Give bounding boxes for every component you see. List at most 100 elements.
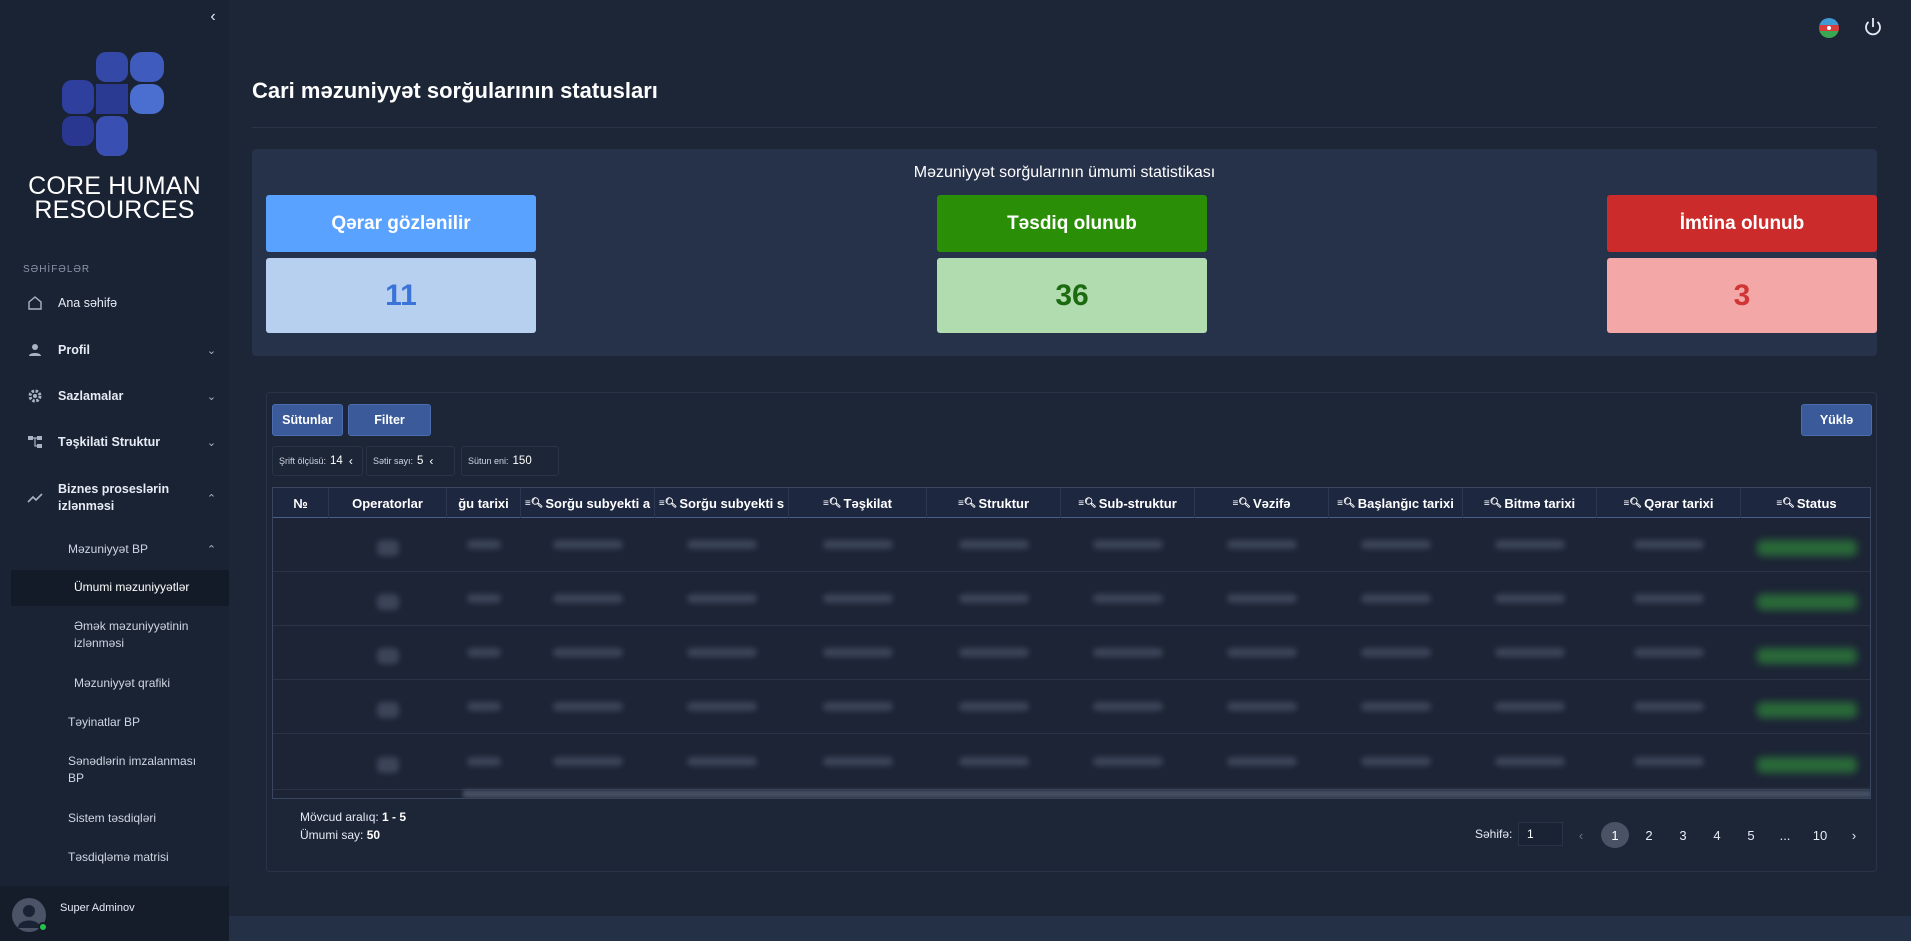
page-button[interactable]: 3	[1669, 822, 1697, 848]
row-count-control[interactable]: Sətir sayı: 5 ‹	[366, 446, 455, 476]
column-header[interactable]: №	[273, 488, 329, 518]
page-number-input[interactable]: 1	[1518, 822, 1563, 846]
sidebar-sub-sistem[interactable]: Sistem təsdiqləri	[68, 810, 213, 827]
table-row[interactable]	[273, 626, 1870, 680]
sidebar-sub-senedler[interactable]: Sənədlərin imzalanması BP	[68, 753, 213, 787]
redacted-cell	[1227, 648, 1297, 657]
font-size-control[interactable]: Şrift ölçüsü: 14 ‹	[272, 446, 363, 476]
column-header[interactable]: ğu tarixi	[447, 488, 521, 518]
user-bar[interactable]: Super Adminov	[0, 886, 229, 941]
page-button[interactable]: 10	[1806, 822, 1834, 848]
stats-card: Məzuniyyət sorğularının ümumi statistika…	[252, 149, 1877, 356]
filter-search-icon[interactable]: ≡🔍︎	[823, 498, 842, 509]
redacted-cell	[1361, 648, 1431, 657]
column-header[interactable]: Operatorlar	[329, 488, 447, 518]
redacted-cell	[377, 594, 399, 610]
redacted-cell	[1227, 540, 1297, 549]
language-flag-icon[interactable]	[1819, 18, 1839, 38]
chevron-up-icon: ⌃	[206, 544, 217, 556]
redacted-cell	[687, 594, 757, 603]
redacted-cell	[377, 757, 399, 773]
stats-heading: Məzuniyyət sorğularının ümumi statistika…	[913, 164, 1216, 181]
column-header[interactable]: ≡🔍︎ Bitmə tarixi	[1463, 488, 1597, 518]
redacted-cell	[823, 702, 893, 711]
table-row[interactable]	[273, 734, 1870, 790]
approved-header: Təsdiq olunub	[937, 195, 1207, 252]
column-header[interactable]: ≡🔍︎ Qərar tarixi	[1597, 488, 1741, 518]
chevron-up-icon: ⌃	[206, 492, 217, 505]
home-icon	[0, 295, 58, 311]
sidebar-sub-matris[interactable]: Təsdiqləmə matrisi	[68, 849, 213, 866]
sidebar-item-org-structure[interactable]: Təşkilati Struktur ⌄	[0, 432, 229, 452]
column-header[interactable]: ≡🔍︎ Struktur	[927, 488, 1061, 518]
sidebar-sub-teyinatlar[interactable]: Təyinatlar BP	[68, 714, 213, 731]
filter-search-icon[interactable]: ≡🔍︎	[1624, 498, 1643, 509]
prev-page-button[interactable]: ‹	[1567, 822, 1595, 848]
redacted-cell	[1495, 757, 1565, 766]
horizontal-scrollbar[interactable]	[463, 790, 1870, 798]
range-label: Mövcud aralıq:	[300, 810, 379, 824]
table-row[interactable]	[273, 572, 1870, 626]
filter-search-icon[interactable]: ≡🔍︎	[1078, 498, 1097, 509]
filter-search-icon[interactable]: ≡🔍︎	[1232, 498, 1251, 509]
next-page-button[interactable]: ›	[1840, 822, 1868, 848]
page-button[interactable]: 2	[1635, 822, 1663, 848]
page-button[interactable]: 5	[1737, 822, 1765, 848]
redacted-cell	[467, 757, 501, 766]
upload-button[interactable]: Yüklə	[1801, 404, 1872, 436]
filter-search-icon[interactable]: ≡🔍︎	[958, 498, 977, 509]
page-button[interactable]: 1	[1601, 822, 1629, 848]
column-header[interactable]: ≡🔍︎ Status	[1741, 488, 1870, 518]
column-header-label: Təşkilat	[843, 495, 892, 511]
chevron-left-icon[interactable]: ‹	[349, 454, 353, 468]
page-title: Cari məzuniyyət sorğularının statusları	[252, 78, 658, 103]
redacted-cell	[1757, 702, 1857, 718]
org-icon	[0, 434, 58, 450]
redacted-cell	[1495, 594, 1565, 603]
sidebar-sub-umumi[interactable]: Ümumi məzuniyyətlər	[74, 579, 214, 596]
user-name: Super Adminov	[60, 902, 135, 914]
sidebar-item-profile[interactable]: Profil ⌄	[0, 340, 229, 360]
logout-power-icon[interactable]	[1862, 16, 1884, 38]
table-row[interactable]	[273, 518, 1870, 572]
column-header[interactable]: ≡🔍︎ Sorğu subyekti s	[655, 488, 789, 518]
columns-button[interactable]: Sütunlar	[272, 404, 343, 436]
column-header[interactable]: ≡🔍︎ Başlanğıc tarixi	[1329, 488, 1463, 518]
sidebar-sub-mezuniyyet-bp[interactable]: Məzuniyyət BP ⌃	[0, 541, 229, 558]
redacted-cell	[377, 540, 399, 556]
sidebar-item-settings[interactable]: Sazlamalar ⌄	[0, 386, 229, 406]
column-header[interactable]: ≡🔍︎ Vəzifə	[1195, 488, 1329, 518]
sidebar-sub-qrafik[interactable]: Məzuniyyət qrafiki	[74, 675, 214, 692]
column-header[interactable]: ≡🔍︎ Sorğu subyekti a	[521, 488, 655, 518]
redacted-cell	[1361, 540, 1431, 549]
chevron-down-icon: ⌄	[206, 344, 217, 357]
sidebar-item-home[interactable]: Ana səhifə	[0, 293, 229, 313]
sidebar-sub-emek[interactable]: Əmək məzuniyyətinin izlənməsi	[74, 618, 214, 652]
col-width-value[interactable]: 150	[513, 455, 532, 467]
col-width-control[interactable]: Sütun eni: 150	[461, 446, 559, 476]
filter-search-icon[interactable]: ≡🔍︎	[1484, 498, 1503, 509]
redacted-cell	[553, 757, 623, 766]
redacted-cell	[467, 702, 501, 711]
redacted-cell	[687, 540, 757, 549]
sidebar-item-business-processes[interactable]: Biznes proseslərin izlənməsi ⌃	[0, 480, 229, 516]
table-row[interactable]	[273, 680, 1870, 734]
collapse-sidebar-icon[interactable]: ‹	[206, 8, 220, 26]
filter-search-icon[interactable]: ≡🔍︎	[525, 498, 544, 509]
online-status-dot	[38, 922, 48, 932]
column-header[interactable]: ≡🔍︎ Təşkilat	[789, 488, 927, 518]
filter-search-icon[interactable]: ≡🔍︎	[1776, 498, 1795, 509]
page-button[interactable]: 4	[1703, 822, 1731, 848]
column-header-label: Sorğu subyekti s	[679, 495, 785, 511]
redacted-cell	[959, 648, 1029, 657]
redacted-cell	[1361, 757, 1431, 766]
column-header[interactable]: ≡🔍︎ Sub-struktur	[1061, 488, 1195, 518]
filter-search-icon[interactable]: ≡🔍︎	[659, 498, 678, 509]
filter-button[interactable]: Filter	[348, 404, 431, 436]
redacted-cell	[1227, 702, 1297, 711]
redacted-cell	[1757, 757, 1857, 773]
redacted-cell	[1495, 702, 1565, 711]
sidebar-item-label: Təşkilati Struktur	[58, 434, 161, 449]
chevron-left-icon[interactable]: ‹	[429, 454, 433, 468]
filter-search-icon[interactable]: ≡🔍︎	[1337, 498, 1356, 509]
